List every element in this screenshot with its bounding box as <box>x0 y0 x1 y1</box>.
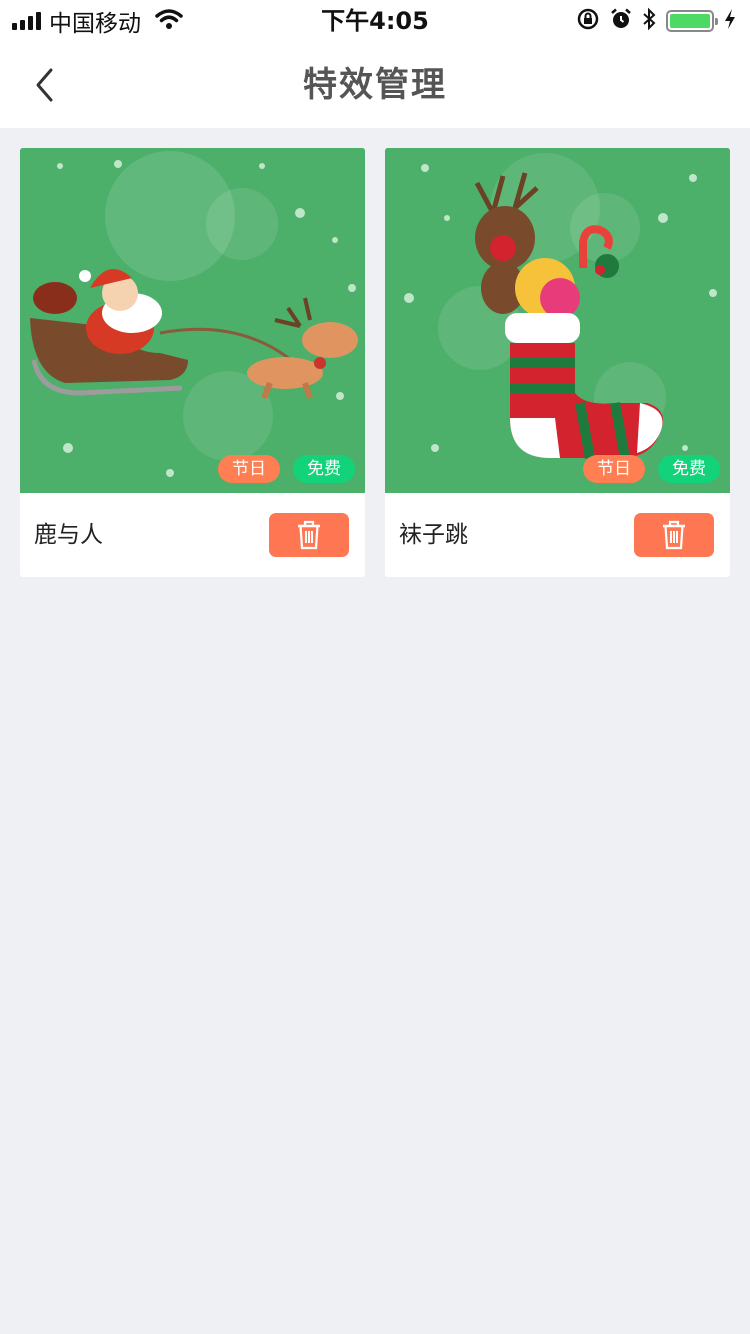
effect-name: 鹿与人 <box>34 522 103 548</box>
tag-festival: 节日 <box>218 455 280 483</box>
effect-card[interactable]: 节日 免费 袜子跳 <box>385 148 730 577</box>
nav-bar: 特效管理 <box>0 42 750 128</box>
effect-thumbnail[interactable]: 节日 免费 <box>385 148 730 493</box>
tag-free: 免费 <box>293 455 355 483</box>
bluetooth-icon <box>642 7 656 35</box>
status-right <box>576 6 736 36</box>
christmas-stocking-reindeer-illustration <box>385 148 730 493</box>
effect-name: 袜子跳 <box>399 522 468 548</box>
charging-icon <box>724 8 736 34</box>
status-bar: 中国移动 下午4:05 <box>0 0 750 42</box>
tag-festival: 节日 <box>583 455 645 483</box>
delete-button[interactable] <box>634 513 714 557</box>
tag-free: 免费 <box>658 455 720 483</box>
page-title: 特效管理 <box>303 65 447 105</box>
effect-thumbnail[interactable]: 节日 免费 <box>20 148 365 493</box>
santa-sleigh-reindeer-illustration <box>20 148 365 493</box>
rotation-lock-icon <box>576 7 600 35</box>
alarm-icon <box>610 8 632 34</box>
trash-icon <box>298 520 320 550</box>
trash-icon <box>663 520 685 550</box>
battery-icon <box>666 10 718 32</box>
delete-button[interactable] <box>269 513 349 557</box>
effect-card[interactable]: 节日 免费 鹿与人 <box>20 148 365 577</box>
